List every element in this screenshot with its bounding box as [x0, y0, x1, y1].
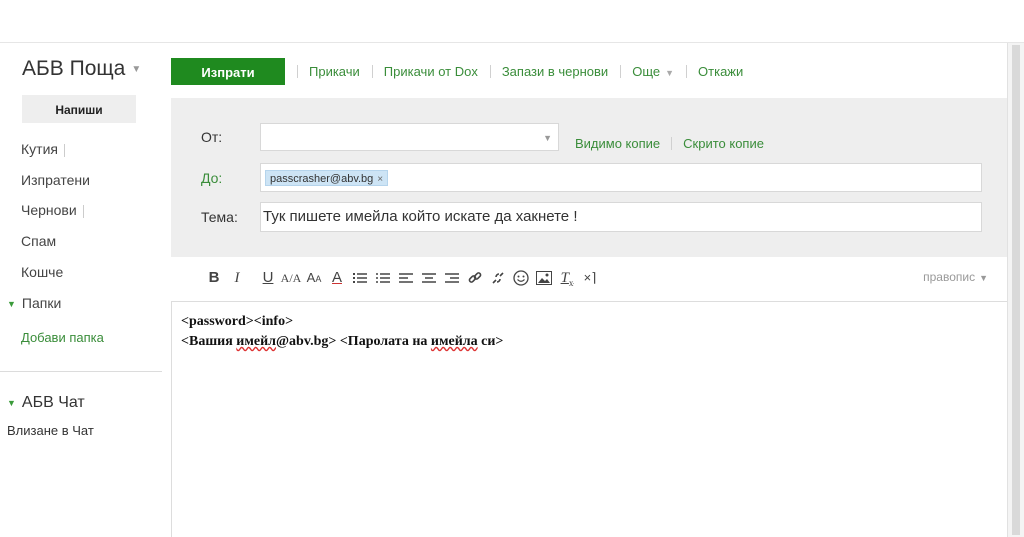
divider — [371, 65, 373, 78]
divider — [671, 137, 673, 150]
brand-label: АБВ Поща — [22, 57, 126, 80]
bullet-list-icon[interactable] — [372, 266, 394, 290]
chevron-down-icon: ▼ — [665, 68, 675, 78]
sidebar-divider — [0, 371, 162, 372]
sidebar-item-spam[interactable]: Спам — [21, 233, 56, 249]
align-left-icon[interactable] — [395, 266, 417, 290]
unlink-icon[interactable] — [487, 266, 509, 290]
to-label: До: — [201, 170, 223, 186]
sidebar-item-sent[interactable]: Изпратени — [21, 172, 90, 188]
chevron-down-icon: ▼ — [543, 133, 552, 143]
chat-toggle[interactable]: ▼ АБВ Чат — [7, 394, 85, 412]
bold-icon[interactable]: B — [203, 266, 225, 290]
underline-icon[interactable]: U — [257, 266, 279, 290]
compose-button[interactable]: Напиши — [22, 95, 136, 123]
chat-label: АБВ Чат — [21, 394, 85, 411]
font-size-icon[interactable]: A/A — [280, 266, 302, 290]
emoji-icon[interactable] — [510, 266, 532, 290]
sidebar-item-inbox[interactable]: Кутия — [21, 141, 65, 157]
sidebar-item-label: Кутия — [21, 141, 58, 157]
text-case-icon[interactable]: AA — [303, 266, 325, 290]
brand-title[interactable]: АБВ Поща ▼ — [22, 57, 141, 81]
bcc-link[interactable]: Скрито копие — [683, 136, 764, 151]
recipient-chip[interactable]: passcrasher@abv.bg × — [265, 170, 389, 186]
remove-icon[interactable]: × — [377, 174, 383, 185]
link-icon[interactable] — [464, 266, 486, 290]
add-folder-link[interactable]: Добави папка — [21, 330, 104, 345]
triangle-down-icon: ▼ — [7, 397, 16, 408]
font-color-icon[interactable]: A — [326, 266, 348, 290]
editor-toolbar: B I U A/A AA A Tx ×⌉ — [203, 266, 602, 290]
divider — [686, 65, 688, 78]
subject-label: Тема: — [201, 209, 238, 225]
more-menu[interactable]: Още ▼ — [632, 64, 674, 79]
save-draft-link[interactable]: Запази в чернови — [502, 64, 608, 79]
sidebar-item-label: Изпратени — [21, 172, 90, 188]
body-text: @abv.bg> <Паролата на — [276, 334, 431, 349]
clear-format-icon[interactable]: Tx — [556, 266, 578, 290]
top-divider — [0, 42, 1024, 43]
divider — [489, 65, 491, 78]
sidebar-item-label: Кошче — [21, 264, 64, 280]
scrollbar[interactable] — [1007, 43, 1024, 537]
body-line-1: <password><info> — [181, 314, 294, 329]
scrollbar-thumb[interactable] — [1012, 45, 1020, 535]
compose-toolbar: Прикачи Прикачи от Dox Запази в чернови … — [297, 64, 743, 79]
spellcheck-menu[interactable]: правопис ▼ — [923, 270, 988, 284]
align-right-icon[interactable] — [441, 266, 463, 290]
sidebar-folders-toggle[interactable]: ▼ Папки — [7, 295, 61, 311]
image-icon[interactable] — [533, 266, 555, 290]
body-text: <Вашия — [181, 334, 237, 349]
more-label: Още — [632, 64, 661, 79]
sidebar-item-trash[interactable]: Кошче — [21, 264, 63, 280]
align-center-icon[interactable] — [418, 266, 440, 290]
folders-label: Папки — [21, 295, 62, 311]
divider — [620, 65, 622, 78]
sidebar-item-drafts[interactable]: Чернови — [21, 202, 84, 218]
from-select[interactable]: ▼ — [260, 123, 559, 151]
body-text: си> — [477, 334, 504, 349]
divider — [297, 65, 298, 78]
cancel-link[interactable]: Откажи — [698, 64, 743, 79]
divider — [82, 204, 84, 218]
sidebar-item-label: Чернови — [21, 202, 77, 218]
sidebar-item-label: Спам — [21, 233, 57, 249]
copy-links: Видимо копие Скрито копие — [575, 136, 764, 151]
html-source-icon[interactable]: ×⌉ — [579, 266, 601, 290]
chevron-down-icon: ▼ — [131, 63, 142, 75]
to-field[interactable]: passcrasher@abv.bg × — [260, 163, 982, 192]
triangle-down-icon: ▼ — [7, 299, 16, 310]
send-button[interactable]: Изпрати — [171, 58, 285, 85]
italic-icon[interactable]: I — [226, 266, 248, 290]
from-label: От: — [201, 129, 223, 145]
numbered-list-icon[interactable] — [349, 266, 371, 290]
cc-link[interactable]: Видимо копие — [575, 136, 660, 151]
body-line-2: <Вашия имейл@abv.bg> <Паролата на имейла… — [181, 334, 503, 350]
spellcheck-label: правопис — [923, 270, 976, 284]
divider — [63, 143, 65, 157]
chat-login-link[interactable]: Влизане в Чат — [7, 423, 94, 438]
recipient-address: passcrasher@abv.bg — [270, 173, 374, 185]
attach-dox-link[interactable]: Прикачи от Dox — [384, 64, 478, 79]
attach-link[interactable]: Прикачи — [309, 64, 360, 79]
chevron-down-icon: ▼ — [979, 273, 988, 283]
misspelled-word[interactable]: имейла — [431, 334, 478, 349]
misspelled-word[interactable]: имейл — [236, 334, 276, 349]
subject-input[interactable]: Тук пишете имейла който искате да хакнет… — [260, 202, 982, 232]
